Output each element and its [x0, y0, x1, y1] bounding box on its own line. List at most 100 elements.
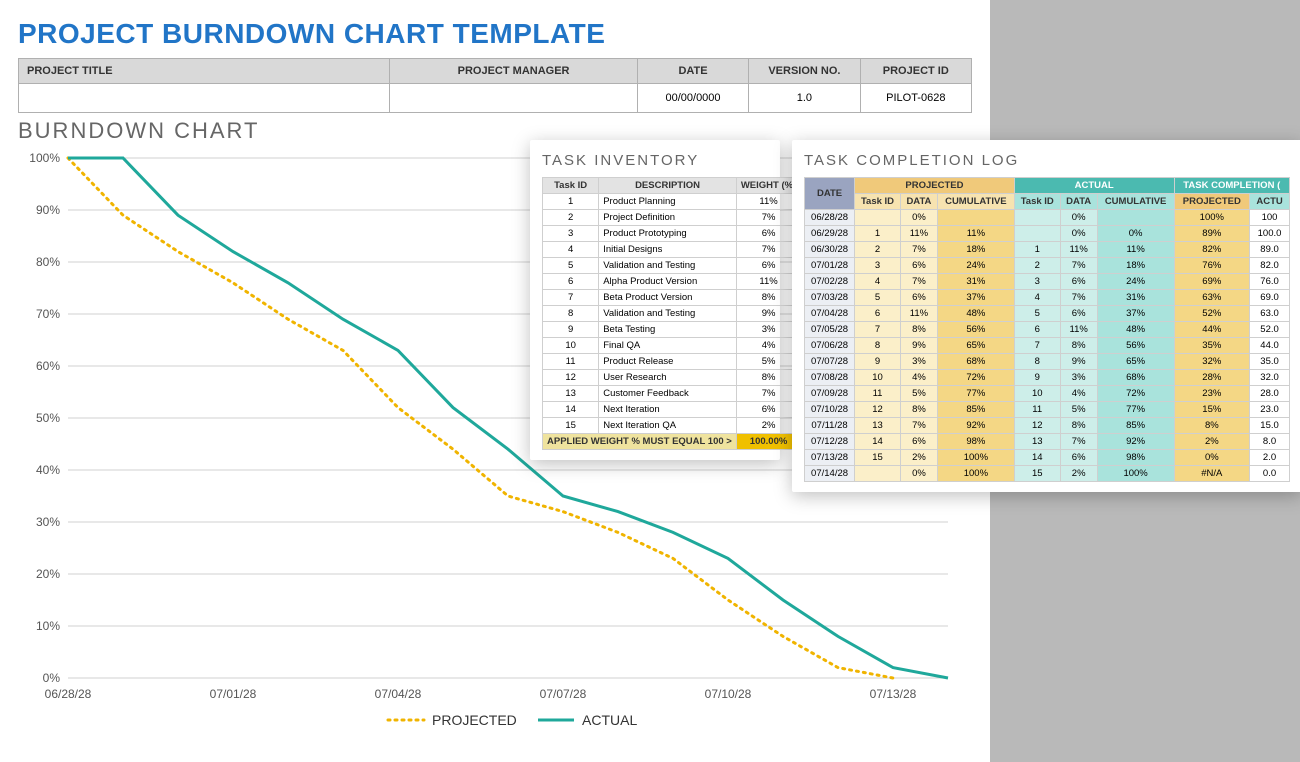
- svg-text:60%: 60%: [36, 359, 60, 373]
- cl-h-tact: ACTU: [1250, 194, 1290, 210]
- table-row: 07/02/2847%31%36%24%69%76.0: [805, 274, 1290, 290]
- cl-h-acum: CUMULATIVE: [1097, 194, 1174, 210]
- cl-pcum: 68%: [937, 354, 1014, 370]
- cl-pcum: 65%: [937, 338, 1014, 354]
- ti-id: 14: [543, 402, 599, 418]
- cl-pcum: 18%: [937, 242, 1014, 258]
- value-project-id[interactable]: PILOT-0628: [860, 84, 971, 113]
- cl-pdata: 11%: [900, 306, 937, 322]
- cl-adata: 2%: [1060, 466, 1097, 482]
- ti-id: 8: [543, 306, 599, 322]
- header-project-id: PROJECT ID: [860, 59, 971, 84]
- cl-pcum: 72%: [937, 370, 1014, 386]
- svg-text:80%: 80%: [36, 255, 60, 269]
- cl-ptid: 8: [855, 338, 901, 354]
- value-date[interactable]: 00/00/0000: [637, 84, 748, 113]
- cl-acum: 31%: [1097, 290, 1174, 306]
- cl-atid: 6: [1014, 322, 1060, 338]
- ti-desc: Validation and Testing: [599, 258, 737, 274]
- cl-adata: 7%: [1060, 434, 1097, 450]
- table-row: 07/05/2878%56%611%48%44%52.0: [805, 322, 1290, 338]
- cl-ptid: 12: [855, 402, 901, 418]
- cl-tproj: 100%: [1174, 210, 1250, 226]
- cl-pdata: 9%: [900, 338, 937, 354]
- table-row: 07/09/28115%77%104%72%23%28.0: [805, 386, 1290, 402]
- cl-tact: 89.0: [1250, 242, 1290, 258]
- cl-adata: 8%: [1060, 418, 1097, 434]
- cl-atid: 3: [1014, 274, 1060, 290]
- cl-ptid: 6: [855, 306, 901, 322]
- svg-text:07/13/28: 07/13/28: [870, 687, 917, 701]
- cl-adata: 0%: [1060, 210, 1097, 226]
- cl-acum: 92%: [1097, 434, 1174, 450]
- cl-date: 06/30/28: [805, 242, 855, 258]
- cl-atid: 14: [1014, 450, 1060, 466]
- cl-acum: 98%: [1097, 450, 1174, 466]
- table-row: 3Product Prototyping6%: [543, 226, 801, 242]
- cl-tproj: 2%: [1174, 434, 1250, 450]
- cl-ptid: 2: [855, 242, 901, 258]
- cl-date: 07/10/28: [805, 402, 855, 418]
- ti-id: 1: [543, 194, 599, 210]
- task-inventory-panel: TASK INVENTORY Task ID DESCRIPTION WEIGH…: [530, 140, 780, 460]
- cl-tproj: 63%: [1174, 290, 1250, 306]
- cl-pcum: 92%: [937, 418, 1014, 434]
- cl-pdata: 0%: [900, 210, 937, 226]
- cl-date: 07/09/28: [805, 386, 855, 402]
- cl-acum: 37%: [1097, 306, 1174, 322]
- value-project-manager[interactable]: [390, 84, 638, 113]
- cl-adata: 0%: [1060, 226, 1097, 242]
- table-row: 07/08/28104%72%93%68%28%32.0: [805, 370, 1290, 386]
- ti-desc: Customer Feedback: [599, 386, 737, 402]
- cl-ptid: 9: [855, 354, 901, 370]
- cl-group-tcomp: TASK COMPLETION (: [1174, 178, 1289, 194]
- header-project-manager: PROJECT MANAGER: [390, 59, 638, 84]
- svg-text:07/10/28: 07/10/28: [705, 687, 752, 701]
- table-row: 07/07/2893%68%89%65%32%35.0: [805, 354, 1290, 370]
- cl-acum: 77%: [1097, 402, 1174, 418]
- value-version[interactable]: 1.0: [749, 84, 860, 113]
- cl-tact: 76.0: [1250, 274, 1290, 290]
- cl-atid: 5: [1014, 306, 1060, 322]
- cl-date: 07/01/28: [805, 258, 855, 274]
- table-row: 07/13/28152%100%146%98%0%2.0: [805, 450, 1290, 466]
- cl-acum: 11%: [1097, 242, 1174, 258]
- svg-text:07/07/28: 07/07/28: [540, 687, 587, 701]
- cl-tproj: 69%: [1174, 274, 1250, 290]
- svg-text:20%: 20%: [36, 567, 60, 581]
- cl-h-atid: Task ID: [1014, 194, 1060, 210]
- cl-acum: 100%: [1097, 466, 1174, 482]
- ti-id: 13: [543, 386, 599, 402]
- cl-acum: 68%: [1097, 370, 1174, 386]
- value-project-title[interactable]: [19, 84, 390, 113]
- cl-pcum: 100%: [937, 466, 1014, 482]
- cl-tact: 35.0: [1250, 354, 1290, 370]
- ti-desc: Next Iteration QA: [599, 418, 737, 434]
- svg-text:07/04/28: 07/04/28: [375, 687, 422, 701]
- cl-tproj: 15%: [1174, 402, 1250, 418]
- cl-pcum: 37%: [937, 290, 1014, 306]
- cl-date: 07/14/28: [805, 466, 855, 482]
- table-row: 06/28/280%0%100%100: [805, 210, 1290, 226]
- cl-atid: [1014, 226, 1060, 242]
- cl-adata: 5%: [1060, 402, 1097, 418]
- ti-desc: Project Definition: [599, 210, 737, 226]
- cl-tproj: 52%: [1174, 306, 1250, 322]
- cl-ptid: 13: [855, 418, 901, 434]
- cl-tact: 2.0: [1250, 450, 1290, 466]
- ti-desc: Product Release: [599, 354, 737, 370]
- svg-text:0%: 0%: [43, 671, 61, 685]
- cl-pcum: [937, 210, 1014, 226]
- cl-adata: 9%: [1060, 354, 1097, 370]
- ti-desc: Beta Testing: [599, 322, 737, 338]
- cl-atid: 4: [1014, 290, 1060, 306]
- table-row: 07/01/2836%24%27%18%76%82.0: [805, 258, 1290, 274]
- header-project-title: PROJECT TITLE: [19, 59, 390, 84]
- cl-acum: 72%: [1097, 386, 1174, 402]
- cl-adata: 7%: [1060, 290, 1097, 306]
- cl-pcum: 98%: [937, 434, 1014, 450]
- cl-tproj: 32%: [1174, 354, 1250, 370]
- ti-id: 3: [543, 226, 599, 242]
- ti-id: 9: [543, 322, 599, 338]
- cl-atid: 13: [1014, 434, 1060, 450]
